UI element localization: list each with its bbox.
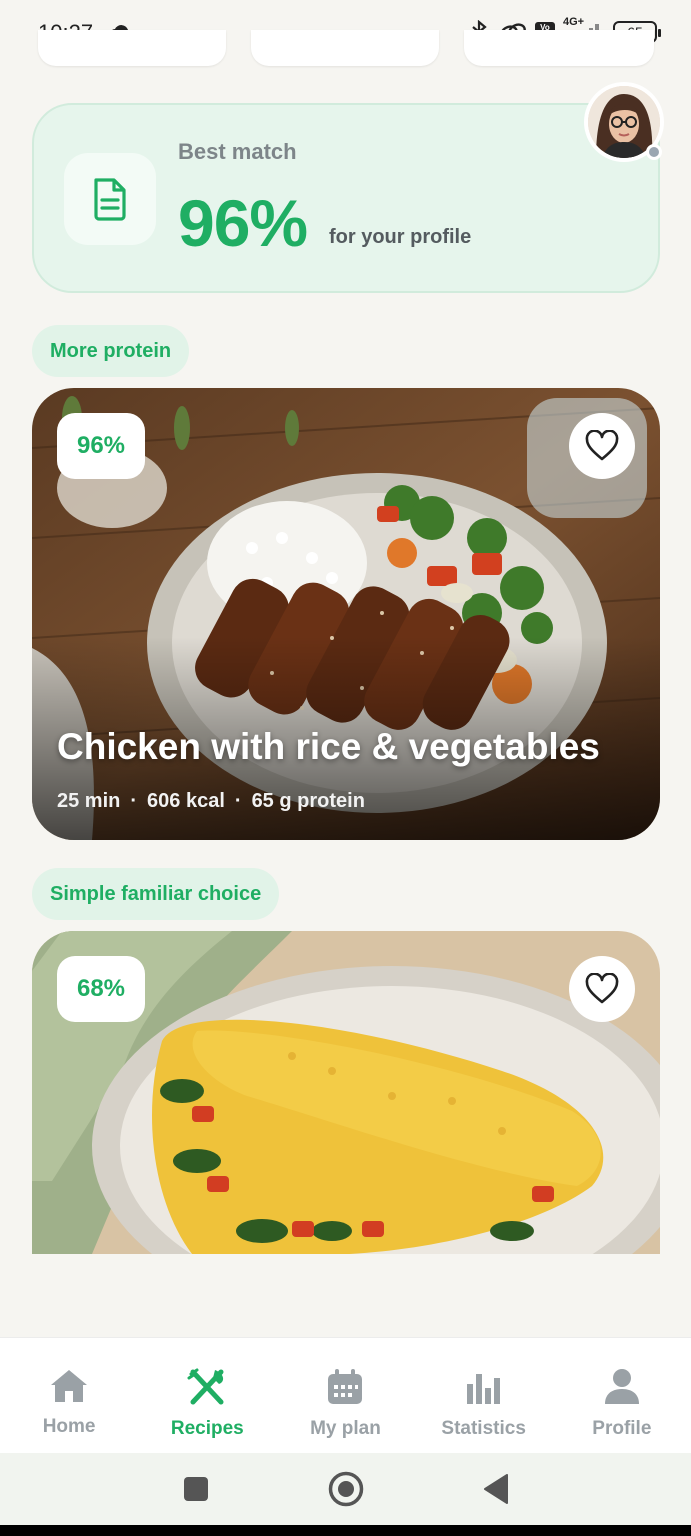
filter-chip[interactable]: [464, 30, 654, 66]
recents-button[interactable]: [121, 1476, 271, 1502]
nav-item-home[interactable]: Home: [0, 1338, 138, 1453]
fork-knife-icon: [187, 1368, 224, 1405]
circle-home-icon: [328, 1471, 363, 1507]
nav-item-profile[interactable]: Profile: [553, 1338, 691, 1453]
home-system-button[interactable]: [271, 1471, 421, 1507]
meta-separator: ·: [234, 790, 242, 812]
nav-item-my-plan[interactable]: My plan: [276, 1338, 414, 1453]
favorite-button[interactable]: [569, 956, 635, 1022]
person-icon: [604, 1369, 639, 1404]
nav-label: Profile: [592, 1418, 652, 1439]
best-match-subtitle: for your profile: [329, 226, 472, 248]
avatar[interactable]: [584, 82, 664, 162]
favorite-button[interactable]: [569, 413, 635, 479]
square-icon: [183, 1477, 208, 1501]
triangle-back-icon: [483, 1474, 508, 1504]
filter-chip[interactable]: [38, 30, 226, 66]
recipe-title: Chicken with rice & vegetables: [57, 726, 600, 767]
nav-label: Statistics: [441, 1418, 526, 1439]
match-badge: 68%: [57, 956, 145, 1022]
best-match-card: Best match 96% for your profile: [32, 103, 660, 293]
section-chip-simple-familiar: Simple familiar choice: [32, 868, 280, 920]
recipe-meta: 25 min · 606 kcal · 65 g protein: [57, 790, 365, 813]
system-nav-bar: [0, 1453, 691, 1525]
nav-label: Recipes: [170, 1418, 244, 1439]
heart-icon: [585, 430, 619, 461]
screen-edge: [0, 1525, 691, 1536]
nav-item-statistics[interactable]: Statistics: [415, 1338, 553, 1453]
match-badge: 96%: [57, 413, 145, 479]
heart-icon: [585, 973, 619, 1004]
back-button[interactable]: [421, 1474, 571, 1504]
best-match-percent: 96%: [178, 186, 308, 260]
recipe-protein: 65 g protein: [251, 790, 365, 812]
recipe-kcal: 606 kcal: [147, 790, 225, 812]
bar-chart-icon: [466, 1374, 500, 1404]
recipe-card[interactable]: 68%: [32, 931, 660, 1254]
nav-label: Home: [42, 1416, 96, 1437]
best-match-label: Best match: [178, 139, 297, 164]
document-icon: [64, 153, 156, 245]
section-chip-more-protein: More protein: [32, 325, 190, 377]
bottom-nav: Home Recipes My plan Statistics Profile: [0, 1337, 691, 1453]
calendar-icon: [328, 1369, 363, 1404]
recipe-time: 25 min: [57, 790, 121, 812]
filter-chip[interactable]: [251, 30, 439, 66]
nav-label: My plan: [310, 1418, 381, 1439]
presence-indicator: [646, 144, 662, 160]
meta-separator: ·: [130, 790, 138, 812]
recipe-card[interactable]: 96% Chicken with rice & vegetables 25 mi…: [32, 388, 660, 840]
nav-item-recipes[interactable]: Recipes: [138, 1338, 276, 1453]
home-icon: [51, 1370, 88, 1402]
